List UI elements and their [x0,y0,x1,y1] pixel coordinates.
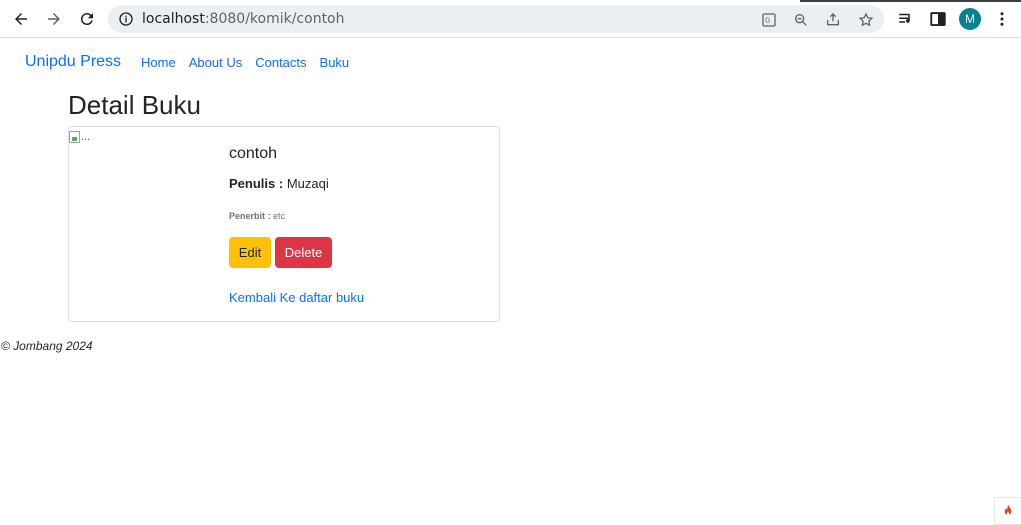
forward-button[interactable] [41,7,67,31]
back-to-list-link[interactable]: Kembali Ke daftar buku [229,290,364,305]
profile-initial: M [965,12,975,26]
nav-link-buku[interactable]: Buku [320,55,350,70]
svg-text:G: G [765,17,770,25]
zoom-icon[interactable] [792,11,810,29]
book-title: contoh [229,145,278,162]
back-button[interactable] [8,7,34,31]
publisher-value: etc [273,211,286,221]
page-title: Detail Buku [68,90,201,120]
tab-strip-edge [800,0,1021,2]
debug-toolbar-toggle[interactable] [994,497,1021,525]
book-publisher: Penerbit : etc [229,211,285,221]
brand-link[interactable]: Unipdu Press [25,53,121,71]
broken-image-icon [69,131,80,143]
profile-avatar[interactable]: M [959,8,981,30]
delete-button[interactable]: Delete [275,237,332,268]
book-detail-card: ... contoh Penulis : Muzaqi Penerbit : e… [68,126,500,322]
bookmark-star-icon[interactable] [857,11,875,29]
nav-link-home[interactable]: Home [141,55,176,70]
reload-icon [80,13,93,26]
publisher-label: Penerbit : [229,211,271,221]
site-info-icon[interactable] [118,11,134,27]
media-queue-icon[interactable] [896,9,916,29]
nav-link-contacts[interactable]: Contacts [255,55,306,70]
translate-icon[interactable]: G [760,11,778,29]
menu-kebab-icon[interactable] [992,9,1012,29]
image-alt-text: ... [81,131,91,143]
flame-icon [1004,504,1012,516]
browser-toolbar: localhost:8080/komik/contoh G M [0,0,1021,38]
address-bar[interactable]: localhost:8080/komik/contoh G [108,5,884,33]
share-icon[interactable] [824,11,842,29]
back-arrow-icon [15,13,27,25]
edit-button[interactable]: Edit [229,237,271,268]
side-panel-icon[interactable] [928,9,948,29]
author-label: Penulis : [229,176,284,191]
nav-link-about[interactable]: About Us [189,55,242,70]
site-navbar: Unipdu Press Home About Us Contacts Buku [25,52,362,72]
url-text[interactable]: localhost:8080/komik/contoh [142,11,345,27]
book-author: Penulis : Muzaqi [229,176,329,191]
reload-button[interactable] [74,7,100,31]
book-cover-image: ... [69,127,93,147]
author-value: Muzaqi [286,176,329,191]
footer-copyright: © Jombang 2024 [1,339,93,353]
forward-arrow-icon [48,13,60,25]
